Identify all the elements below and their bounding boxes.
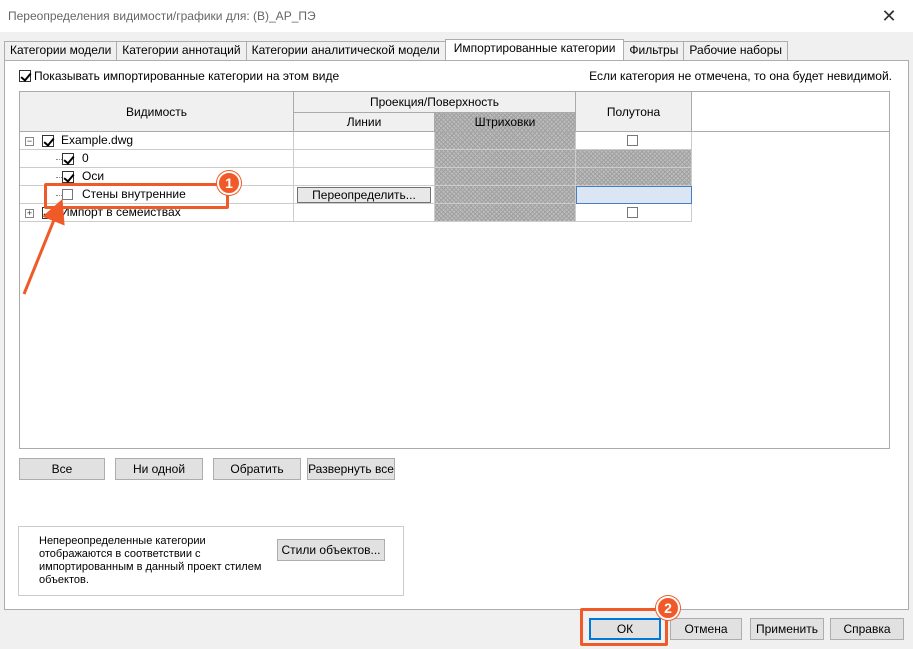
tab-analytical-categories[interactable]: Категории аналитической модели [245,41,446,60]
halftone-checkbox[interactable] [627,135,638,146]
header-projection: Проекция/Поверхность [294,92,576,113]
show-imported-checkbox[interactable] [19,70,31,82]
tab-strip: Категории модели Категории аннотаций Кат… [4,39,789,60]
hatch-cell[interactable] [435,132,576,150]
header-empty [692,92,889,132]
lines-cell[interactable]: Переопределить... [294,186,435,204]
tab-annotation-categories[interactable]: Категории аннотаций [116,41,247,60]
window-title: Переопределения видимости/графики для: (… [8,9,316,23]
tab-model-categories[interactable]: Категории модели [4,41,118,60]
header-halftone[interactable]: Полутона [576,92,692,132]
object-styles-button[interactable]: Стили объектов... [277,539,385,561]
callout-highlight-1 [44,183,229,209]
hatch-cell[interactable] [435,204,576,222]
halftone-cell [576,168,692,186]
halftone-cell[interactable] [576,186,692,204]
hatch-cell[interactable] [435,150,576,168]
visibility-hint: Если категория не отмечена, то она будет… [589,69,892,83]
table-row[interactable]: − Example.dwg [20,132,692,150]
categories-grid: Видимость Проекция/Поверхность Линии Штр… [19,91,890,449]
row-checkbox[interactable] [42,135,54,147]
header-hatching[interactable]: Штриховки [435,113,576,132]
step-badge-2: 2 [656,596,680,620]
header-lines[interactable]: Линии [294,113,435,132]
halftone-cell[interactable] [576,204,692,222]
lines-cell[interactable] [294,150,435,168]
hatch-cell[interactable] [435,168,576,186]
expand-all-button[interactable]: Развернуть все [307,458,395,480]
lines-cell[interactable] [294,168,435,186]
tab-imported-categories[interactable]: Импортированные категории [444,39,625,60]
row-label: Оси [82,169,105,183]
select-all-button[interactable]: Все [19,458,105,480]
hatch-cell[interactable] [435,186,576,204]
header-hatching-label: Штриховки [474,115,536,129]
collapse-icon[interactable]: − [25,137,34,146]
override-button[interactable]: Переопределить... [297,187,431,203]
row-label: Example.dwg [61,133,134,147]
invert-button[interactable]: Обратить [213,458,301,480]
expand-icon[interactable]: + [25,209,34,218]
lines-cell[interactable] [294,132,435,150]
cancel-button[interactable]: Отмена [670,618,742,640]
close-icon[interactable]: ✕ [877,4,901,28]
table-row[interactable]: 0 [20,150,692,168]
info-box: Непереопределенные категории отображаютс… [18,526,404,596]
callout-highlight-2 [580,608,668,646]
halftone-cell [576,150,692,168]
row-label: 0 [82,151,89,165]
tab-worksets[interactable]: Рабочие наборы [683,41,789,60]
header-visibility[interactable]: Видимость [20,92,294,132]
apply-button[interactable]: Применить [750,618,824,640]
title-bar: Переопределения видимости/графики для: (… [0,0,913,32]
select-none-button[interactable]: Ни одной [115,458,203,480]
row-checkbox[interactable] [62,171,74,183]
dialog-body: Категории модели Категории аннотаций Кат… [0,32,913,649]
halftone-checkbox[interactable] [627,207,638,218]
help-button[interactable]: Справка [830,618,904,640]
show-imported-option[interactable]: Показывать импортированные категории на … [19,69,339,83]
info-text: Непереопределенные категории отображаютс… [39,535,262,586]
step-badge-1: 1 [217,171,241,195]
lines-cell[interactable] [294,204,435,222]
show-imported-label: Показывать импортированные категории на … [34,69,340,83]
tab-filters[interactable]: Фильтры [623,41,685,60]
row-checkbox[interactable] [62,153,74,165]
halftone-cell[interactable] [576,132,692,150]
